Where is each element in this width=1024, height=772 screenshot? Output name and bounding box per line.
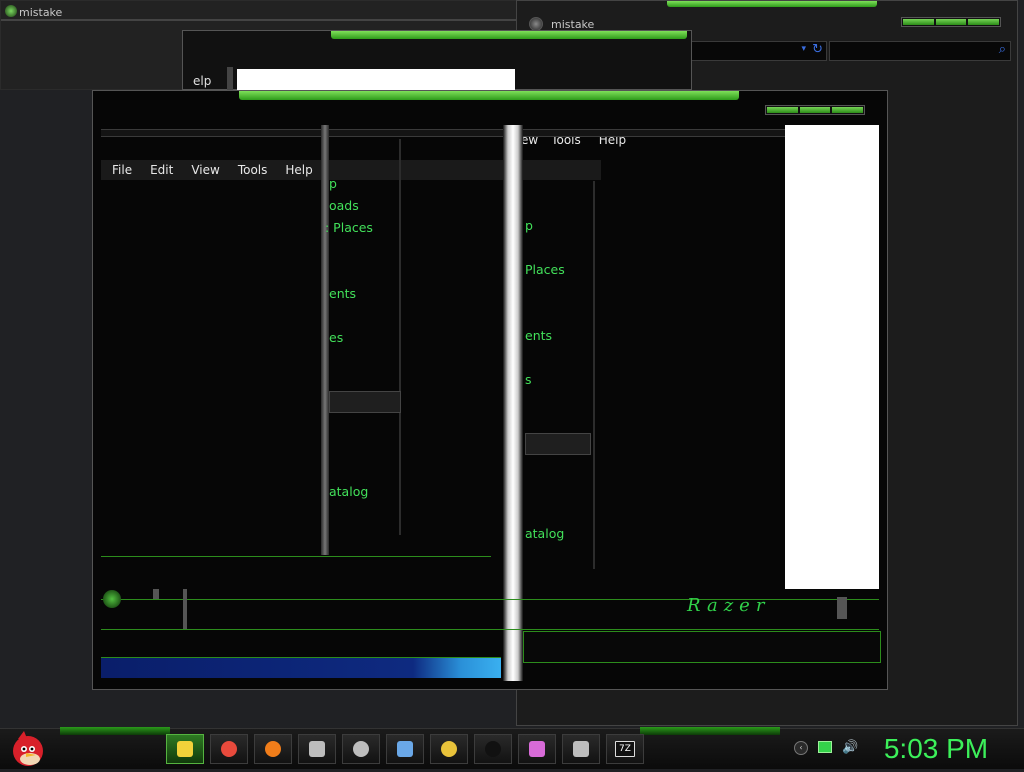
taskbar-button[interactable] xyxy=(166,734,204,764)
window-orb-icon[interactable] xyxy=(529,17,543,31)
taskbar-button[interactable] xyxy=(386,734,424,764)
sidebar-highlight[interactable] xyxy=(329,391,401,413)
keyboard-icon xyxy=(397,741,413,757)
toolbar-separator xyxy=(183,589,187,629)
window-controls[interactable] xyxy=(765,105,865,115)
status-line xyxy=(101,629,879,630)
dropdown-chevron-icon[interactable]: ▾ xyxy=(801,44,806,54)
taskbar-button[interactable] xyxy=(518,734,556,764)
taskbar: 7Z ‹ 🔊 5:03 PM xyxy=(0,727,1024,769)
scroll-thumb[interactable] xyxy=(837,597,847,619)
sidebar-rail-left[interactable] xyxy=(321,125,329,555)
lower-panel xyxy=(523,631,881,663)
clock[interactable]: 5:03 PM xyxy=(872,733,1000,765)
firefox-icon xyxy=(265,741,281,757)
browser-globe-icon xyxy=(353,741,369,757)
content-pane-white xyxy=(237,69,515,91)
menu-view[interactable]: View xyxy=(182,163,228,177)
taskbar-accent-left xyxy=(60,727,170,735)
window-orb-icon[interactable] xyxy=(5,5,17,17)
taskbar-button[interactable]: 7Z xyxy=(606,734,644,764)
title-divider xyxy=(1,19,521,21)
places-item[interactable]: ents xyxy=(525,328,552,343)
places-item[interactable]: Places xyxy=(525,262,565,277)
content-pane-white xyxy=(785,125,879,589)
refresh-icon[interactable]: ↻ xyxy=(812,42,823,57)
center-scrollbar[interactable] xyxy=(503,125,523,681)
places-item[interactable]: ents xyxy=(329,286,356,301)
menu-help[interactable]: Help xyxy=(276,163,321,177)
search-input[interactable]: ⌕ xyxy=(829,41,1011,61)
orb-icon[interactable] xyxy=(103,590,121,608)
black-circle-icon xyxy=(485,741,501,757)
media-player-icon xyxy=(441,741,457,757)
paint-icon xyxy=(529,741,545,757)
window-green-accent xyxy=(239,91,739,100)
taskbar-button[interactable] xyxy=(430,734,468,764)
middle-window: elp xyxy=(182,30,692,91)
monitor-tray-icon[interactable] xyxy=(818,741,832,755)
display-settings-icon xyxy=(573,741,589,757)
places-item[interactable]: oads xyxy=(329,198,359,213)
taskbar-button[interactable] xyxy=(210,734,248,764)
strip-top xyxy=(101,129,787,137)
toolbar-separator xyxy=(153,589,159,599)
speaker-icon xyxy=(309,741,325,757)
places-item[interactable]: atalog xyxy=(525,526,564,541)
address-bar[interactable]: ▾ ↻ xyxy=(687,41,827,61)
window-green-accent xyxy=(667,1,877,7)
front-window: ew Tools Help File Edit View Tools Help … xyxy=(92,90,888,690)
taskbar-button[interactable] xyxy=(342,734,380,764)
taskbar-button[interactable] xyxy=(474,734,512,764)
main-menubar: File Edit View Tools Help xyxy=(103,163,322,177)
taskbar-button[interactable] xyxy=(254,734,292,764)
places-item[interactable]: atalog xyxy=(329,484,368,499)
sidebar-highlight[interactable] xyxy=(525,433,591,455)
menu-file[interactable]: File xyxy=(103,163,141,177)
taskbar-accent-right xyxy=(640,727,780,735)
places-item[interactable]: es xyxy=(329,330,343,345)
places-item[interactable]: p xyxy=(329,176,337,191)
search-icon[interactable]: ⌕ xyxy=(999,42,1006,57)
start-button[interactable] xyxy=(6,729,48,769)
angry-bird-red-icon xyxy=(13,731,43,766)
places-item[interactable]: s xyxy=(525,372,532,387)
pane-separator xyxy=(227,67,233,91)
razer-logo: Razer xyxy=(687,595,771,616)
window-title: mistake xyxy=(19,6,63,19)
waveform-bar xyxy=(101,657,501,678)
window-green-accent xyxy=(331,31,687,39)
menu-tools[interactable]: Tools xyxy=(229,163,277,177)
volume-tray-icon[interactable]: 🔊 xyxy=(842,741,858,755)
sidebar-divider xyxy=(593,181,595,569)
status-line xyxy=(101,556,491,557)
window-controls[interactable] xyxy=(901,17,1001,27)
taskbar-button[interactable] xyxy=(298,734,336,764)
archive-7z-icon: 7Z xyxy=(615,741,635,757)
sidebar-divider xyxy=(399,139,401,535)
places-item[interactable]: : Places xyxy=(325,220,373,235)
places-item[interactable]: p xyxy=(525,218,533,233)
taskbar-button[interactable] xyxy=(562,734,600,764)
chrome-icon xyxy=(221,741,237,757)
menu-edit[interactable]: Edit xyxy=(141,163,182,177)
menu-help-fragment[interactable]: elp xyxy=(193,74,211,88)
file-manager-icon xyxy=(177,741,193,757)
arrow-tray-icon[interactable]: ‹ xyxy=(794,741,808,755)
